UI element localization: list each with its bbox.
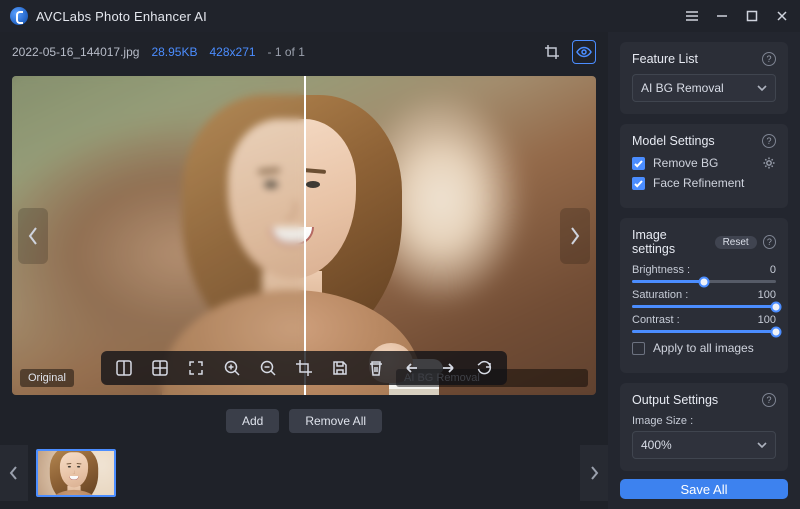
next-image-button[interactable] xyxy=(560,208,590,264)
zoom-in-icon[interactable] xyxy=(221,357,243,379)
preview-toolbar xyxy=(101,351,507,385)
remove-bg-label: Remove BG xyxy=(653,156,718,170)
image-size-value: 400% xyxy=(641,438,672,452)
saturation-slider[interactable] xyxy=(632,305,776,308)
brightness-slider[interactable] xyxy=(632,280,776,283)
feature-select-value: AI BG Removal xyxy=(641,81,724,95)
save-all-button[interactable]: Save All xyxy=(620,479,788,499)
thumbnail[interactable] xyxy=(36,449,116,497)
redo-icon[interactable] xyxy=(437,357,459,379)
file-count: - 1 of 1 xyxy=(268,45,305,59)
reset-button[interactable]: Reset xyxy=(715,236,757,249)
add-button[interactable]: Add xyxy=(226,409,279,433)
help-icon[interactable]: ? xyxy=(762,393,776,407)
contrast-label: Contrast : xyxy=(632,314,680,326)
strip-next[interactable] xyxy=(580,445,608,501)
chevron-down-icon xyxy=(757,440,767,450)
feature-select[interactable]: AI BG Removal xyxy=(632,74,776,102)
trash-icon[interactable] xyxy=(365,357,387,379)
face-refine-label: Face Refinement xyxy=(653,176,744,190)
help-icon[interactable]: ? xyxy=(762,134,776,148)
undo-icon[interactable] xyxy=(401,357,423,379)
output-settings-title: Output Settings xyxy=(632,393,718,407)
split-vertical-icon[interactable] xyxy=(113,357,135,379)
model-settings-panel: Model Settings ? Remove BG Face Refineme… xyxy=(620,124,788,208)
right-pane: Feature List ? AI BG Removal Model Setti… xyxy=(608,32,800,509)
help-icon[interactable]: ? xyxy=(762,52,776,66)
feature-list-title: Feature List xyxy=(632,52,698,66)
thumbnail-strip xyxy=(0,441,608,509)
fit-icon[interactable] xyxy=(185,357,207,379)
apply-all-checkbox[interactable] xyxy=(632,342,645,355)
compare-divider[interactable] xyxy=(304,76,306,395)
zoom-out-icon[interactable] xyxy=(257,357,279,379)
image-settings-panel: Image settings Reset ? Brightness : 0 Sat… xyxy=(620,218,788,373)
preview-area: Original AI BG Removal xyxy=(12,76,596,395)
feature-list-panel: Feature List ? AI BG Removal xyxy=(620,42,788,114)
remove-bg-checkbox[interactable] xyxy=(632,157,645,170)
minimize-button[interactable] xyxy=(714,8,730,24)
saturation-value: 100 xyxy=(758,289,776,301)
titlebar: AVCLabs Photo Enhancer AI xyxy=(0,0,800,32)
saturation-label: Saturation : xyxy=(632,289,688,301)
remove-all-button[interactable]: Remove All xyxy=(289,409,382,433)
save-icon[interactable] xyxy=(329,357,351,379)
left-pane: 2022-05-16_144017.jpg 28.95KB 428x271 - … xyxy=(0,32,608,509)
file-name: 2022-05-16_144017.jpg xyxy=(12,45,139,59)
app-logo xyxy=(10,7,28,25)
eye-icon[interactable] xyxy=(572,40,596,64)
label-original: Original xyxy=(20,369,74,387)
maximize-button[interactable] xyxy=(744,8,760,24)
help-icon[interactable]: ? xyxy=(763,235,776,249)
contrast-value: 100 xyxy=(758,314,776,326)
contrast-slider[interactable] xyxy=(632,330,776,333)
grid-icon[interactable] xyxy=(149,357,171,379)
gear-icon[interactable] xyxy=(762,156,776,170)
strip-prev[interactable] xyxy=(0,445,28,501)
model-settings-title: Model Settings xyxy=(632,134,715,148)
image-size-select[interactable]: 400% xyxy=(632,431,776,459)
crop-icon[interactable] xyxy=(540,40,564,64)
file-size: 28.95KB xyxy=(151,45,197,59)
close-button[interactable] xyxy=(774,8,790,24)
crop-tool-icon[interactable] xyxy=(293,357,315,379)
refresh-icon[interactable] xyxy=(473,357,495,379)
file-info-bar: 2022-05-16_144017.jpg 28.95KB 428x271 - … xyxy=(0,32,608,70)
apply-all-label: Apply to all images xyxy=(653,341,754,355)
file-dims: 428x271 xyxy=(210,45,256,59)
app-title: AVCLabs Photo Enhancer AI xyxy=(36,9,207,24)
output-settings-panel: Output Settings ? Image Size : 400% xyxy=(620,383,788,471)
image-settings-title: Image settings xyxy=(632,228,709,256)
brightness-value: 0 xyxy=(770,264,776,276)
chevron-down-icon xyxy=(757,83,767,93)
brightness-label: Brightness : xyxy=(632,264,690,276)
image-size-label: Image Size : xyxy=(632,415,776,427)
face-refine-checkbox[interactable] xyxy=(632,177,645,190)
menu-icon[interactable] xyxy=(684,8,700,24)
prev-image-button[interactable] xyxy=(18,208,48,264)
